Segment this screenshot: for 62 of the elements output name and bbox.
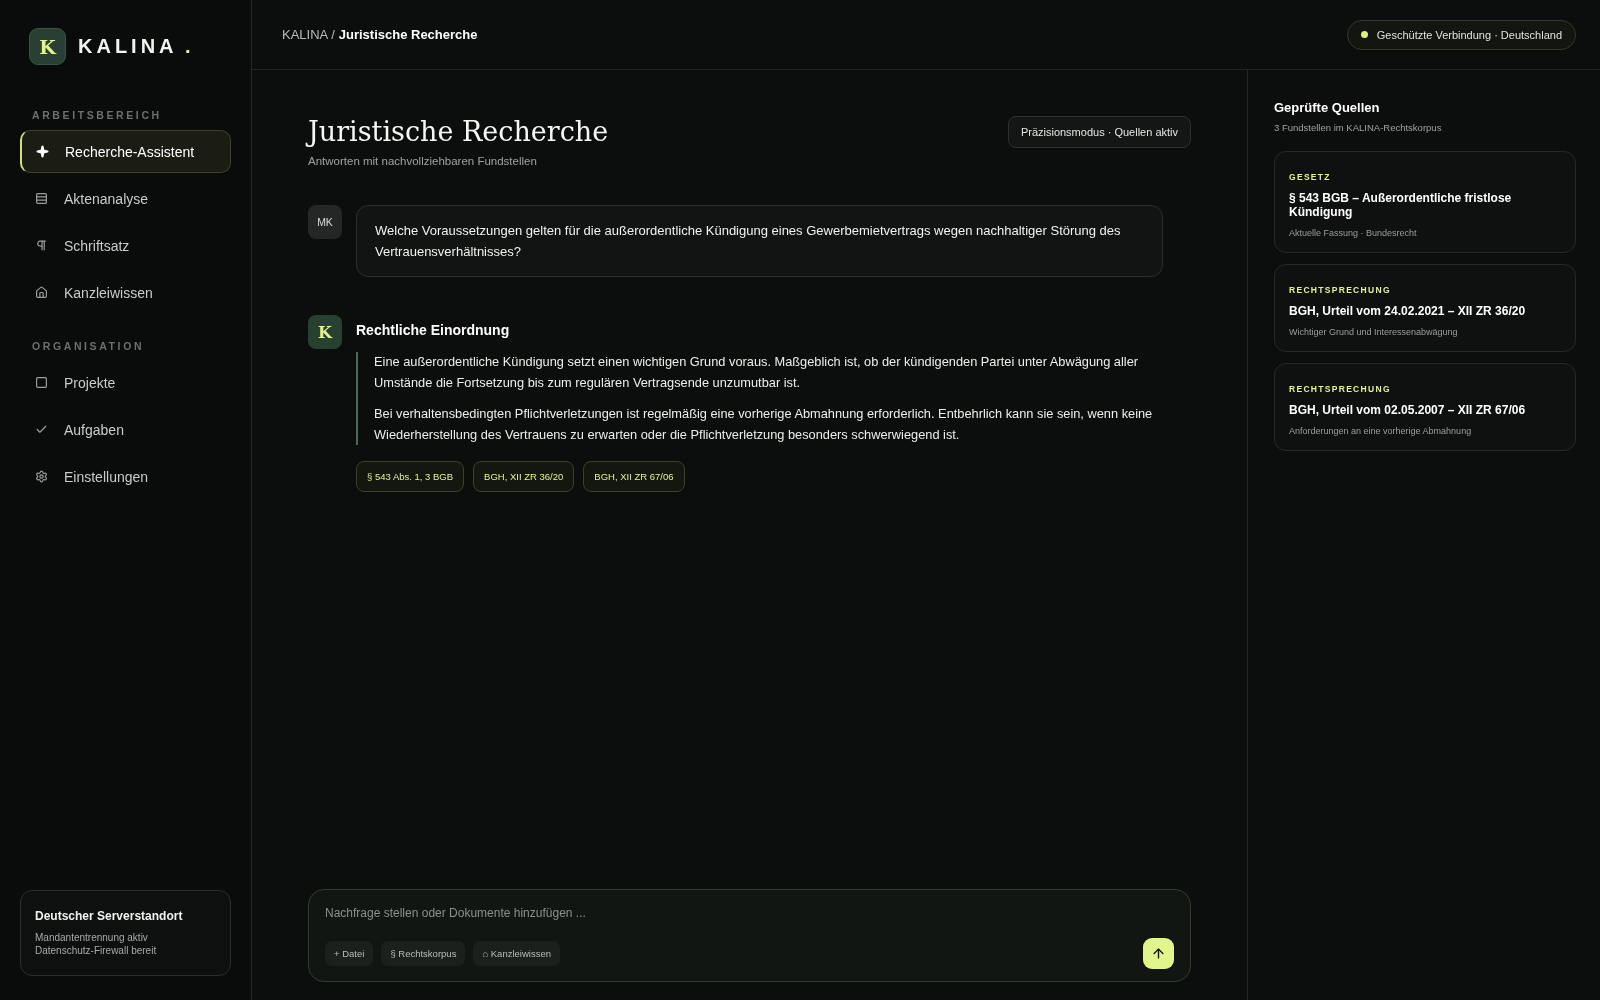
breadcrumb-link[interactable]: KALINA / [282, 27, 335, 42]
source-card[interactable]: RECHTSPRECHUNG BGH, Urteil vom 24.02.2021 – XII ZR 36/20 Wichtiger Grund und Interessenabwägung [1274, 264, 1576, 352]
nav-label: Projekte [64, 374, 116, 391]
user-avatar: MK [308, 205, 342, 239]
nav-item[interactable]: Kanzleiwissen [20, 271, 231, 314]
source-title: BGH, Urteil vom 24.02.2021 – XII ZR 36/20 [1289, 304, 1527, 318]
source-meta: Wichtiger Grund und Interessenabwägung [1289, 327, 1459, 337]
mode-badge[interactable]: Präzisionsmodus · Quellen aktiv [1007, 116, 1191, 148]
source-category: GESETZ [1289, 172, 1332, 182]
nav-item[interactable]: Aktenanalyse [20, 177, 231, 220]
nav-label: Einstellungen [64, 468, 149, 485]
section-heading: ARBEITSBEREICH [31, 109, 163, 121]
source-card[interactable]: RECHTSPRECHUNG BGH, Urteil vom 02.05.2007 – XII ZR 67/06 Anforderungen an eine vorherige Abmahnung [1274, 363, 1576, 451]
nav-label: Schriftsatz [64, 237, 130, 254]
settings-icon [35, 470, 48, 483]
source-card[interactable]: GESETZ § 543 BGB – Außerordentliche fristlose Kündigung Aktuelle Fassung · Bundesrecht [1274, 151, 1576, 253]
logo-mark: K [29, 28, 66, 65]
assistant-avatar: K [308, 315, 342, 349]
citation-chip[interactable]: § 543 Abs. 1, 3 BGB [356, 461, 465, 492]
source-meta: Anforderungen an eine vorherige Abmahnung [1289, 426, 1473, 436]
answer-paragraph: Bei verhaltensbedingten Pflichtverletzungen ist regelmäßig eine vorherige Abmahnung erforderlich. Entbehrlich kann sie sein, wenn keine Wiederherstellung des Vertrauens zu erwarten oder die Pflichtverletzung besonders schwerwiegend ist. [374, 405, 1154, 444]
sparkle-icon [36, 145, 49, 158]
tool-button[interactable]: § Rechtskorpus [381, 941, 466, 966]
card-title: Deutscher Serverstandort [35, 909, 184, 923]
answer-paragraph: Eine außerordentliche Kündigung setzt einen wichtigen Grund voraus. Maßgeblich ist, ob der kündigenden Partei unter Abwägung aller Umstände die Fortsetzung bis zum regulären Vertragsende unzumutbar ist. [374, 353, 1140, 392]
nav-label: Aktenanalyse [64, 190, 149, 207]
home-icon [35, 286, 48, 299]
nav-label: Aufgaben [64, 421, 124, 438]
tool-button[interactable]: + Datei [325, 941, 374, 966]
page-subtitle: Antworten mit nachvollziehbaren Fundstellen [308, 155, 538, 167]
nav-label: Kanzleiwissen [64, 284, 153, 301]
citation-chip[interactable]: BGH, XII ZR 36/20 [473, 461, 575, 492]
brand-name: KALINA [78, 35, 178, 57]
pilcrow-icon [35, 239, 48, 252]
tool-button[interactable]: ⌂ Kanzleiwissen [473, 941, 560, 966]
source-category: RECHTSPRECHUNG [1289, 384, 1392, 394]
source-title: § 543 BGB – Außerordentliche fristlose Kündigung [1289, 191, 1513, 219]
nav-item[interactable]: Projekte [20, 361, 231, 404]
nav-item[interactable]: Schriftsatz [20, 224, 231, 267]
brand-dot: . [184, 35, 191, 57]
section-heading: ORGANISATION [31, 340, 146, 352]
card-text: Mandantentrennung aktiv [35, 931, 149, 944]
check-icon [35, 423, 48, 436]
source-category: RECHTSPRECHUNG [1289, 285, 1392, 295]
answer-title: Rechtliche Einordnung [356, 322, 511, 338]
nav-item[interactable]: Einstellungen [20, 455, 231, 498]
send-button[interactable] [1143, 938, 1174, 969]
source-meta: Aktuelle Fassung · Bundesrecht [1289, 228, 1418, 238]
user-message: Welche Voraussetzungen gelten für die außerordentliche Kündigung eines Gewerbemietvertrags wegen nachhaltiger Störung des Vertrauensverhältnisses? [356, 205, 1163, 277]
source-title: BGH, Urteil vom 02.05.2007 – XII ZR 67/06 [1289, 403, 1527, 417]
breadcrumb-current: Juristische Recherche [338, 27, 478, 42]
panel-title: Geprüfte Quellen [1274, 100, 1381, 115]
nav-label: Recherche-Assistent [65, 143, 195, 160]
panel-subtitle: 3 Fundstellen im KALINA-Rechtskorpus [1274, 122, 1443, 133]
citation-chip[interactable]: BGH, XII ZR 67/06 [583, 461, 685, 492]
nav-item[interactable]: Aufgaben [20, 408, 231, 451]
status-label: Geschützte Verbindung · Deutschland [1376, 28, 1562, 41]
list-icon [35, 192, 48, 205]
square-icon [35, 376, 48, 389]
nav-item[interactable]: Recherche-Assistent [20, 130, 231, 173]
card-text: Datenschutz-Firewall bereit [35, 944, 158, 957]
message-input[interactable]: Nachfrage stellen oder Dokumente hinzufügen ... [325, 904, 1174, 922]
